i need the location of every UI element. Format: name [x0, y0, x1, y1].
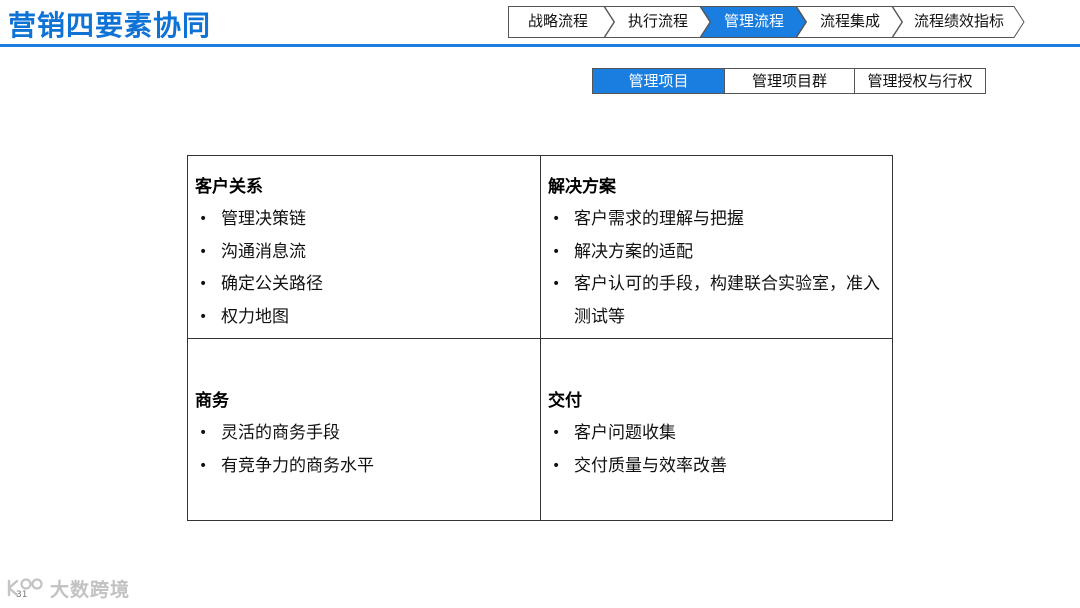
list-item-text: 交付质量与效率改善	[574, 455, 727, 476]
list-item: • 客户认可的手段，构建联合实验室，准入测试等	[548, 268, 884, 333]
process-step-label: 战略流程	[527, 12, 588, 30]
cell-delivery: 交付 • 客户问题收集 • 交付质量与效率改善	[541, 339, 892, 520]
list-item-text: 确定公关路径	[221, 274, 323, 294]
cell-title: 客户关系	[195, 177, 263, 197]
process-step-integration[interactable]: 流程集成	[795, 6, 903, 38]
process-step-label: 流程绩效指标	[913, 12, 1004, 30]
bullet-icon: •	[199, 308, 208, 325]
list-item: • 管理决策链	[195, 203, 532, 236]
list-item: • 权力地图	[195, 301, 532, 334]
bullet-icon: •	[199, 243, 208, 260]
process-step-label: 管理流程	[723, 12, 784, 30]
list-item-text: 有竞争力的商务水平	[221, 455, 374, 476]
page-title: 营销四要素协同	[8, 9, 212, 42]
cell-solution: 解决方案 • 客户需求的理解与把握 • 解决方案的适配 • 客户认可的手段，构建联合实验室…	[541, 156, 892, 339]
list-item: • 客户问题收集	[548, 417, 884, 450]
cell-title: 解决方案	[548, 177, 616, 197]
cell-business: 商务 • 灵活的商务手段 • 有竞争力的商务水平	[188, 339, 541, 520]
list-item-text: 管理决策链	[221, 209, 306, 229]
list-item-text: 解决方案的适配	[574, 241, 693, 262]
process-step-strategy[interactable]: 战略流程	[508, 6, 615, 38]
cell-list: • 客户需求的理解与把握 • 解决方案的适配 • 客户认可的手段，构建联合实验室，准入测试…	[548, 203, 884, 333]
title-divider	[0, 44, 1080, 47]
bullet-icon: •	[199, 425, 208, 441]
bullet-icon: •	[199, 276, 208, 292]
list-item-text: 客户认可的手段，构建联合实验室，准入测试等	[574, 274, 880, 327]
bullet-icon: •	[552, 425, 561, 441]
bullet-icon: •	[552, 276, 561, 292]
list-item-text: 客户需求的理解与把握	[574, 209, 744, 229]
cell-list: • 灵活的商务手段 • 有竞争力的商务水平	[195, 417, 532, 482]
list-item: • 沟通消息流	[195, 236, 532, 269]
cell-title: 商务	[195, 391, 229, 411]
sub-tabs: 管理项目 管理项目群 管理授权与行权	[592, 68, 986, 94]
tab-manage-project[interactable]: 管理项目	[593, 69, 724, 93]
list-item: • 解决方案的适配	[548, 236, 884, 269]
bullet-icon: •	[199, 211, 208, 227]
process-step-execution[interactable]: 执行流程	[603, 6, 711, 38]
tab-authorization[interactable]: 管理授权与行权	[854, 69, 985, 93]
process-step-label: 执行流程	[627, 12, 688, 30]
list-item-text: 灵活的商务手段	[221, 423, 340, 443]
process-step-kpi[interactable]: 流程绩效指标	[891, 6, 1025, 38]
cell-customer-relationship: 客户关系 • 管理决策链 • 沟通消息流 • 确定公关路径 • 权力地图	[188, 156, 541, 339]
list-item-text: 沟通消息流	[221, 241, 306, 262]
bullet-icon: •	[552, 243, 561, 260]
bullet-icon: •	[199, 457, 208, 474]
list-item: • 客户需求的理解与把握	[548, 203, 884, 236]
page-number: 31	[16, 590, 28, 600]
list-item: • 有竞争力的商务水平	[195, 450, 532, 483]
list-item-text: 权力地图	[221, 306, 289, 327]
list-item: • 灵活的商务手段	[195, 417, 532, 450]
list-item-text: 客户问题收集	[574, 423, 676, 443]
process-step-management[interactable]: 管理流程	[699, 6, 807, 38]
list-item: • 交付质量与效率改善	[548, 450, 884, 483]
list-item: • 确定公关路径	[195, 268, 532, 301]
bullet-icon: •	[552, 211, 561, 227]
four-element-matrix: 客户关系 • 管理决策链 • 沟通消息流 • 确定公关路径 • 权力地图 解决方案 • 客户需求…	[187, 155, 893, 521]
cell-title: 交付	[548, 391, 582, 411]
bullet-icon: •	[552, 457, 561, 474]
process-step-label: 流程集成	[819, 12, 880, 30]
tab-manage-program[interactable]: 管理项目群	[724, 69, 854, 93]
watermark-text: 大数跨境	[50, 578, 131, 601]
cell-list: • 管理决策链 • 沟通消息流 • 确定公关路径 • 权力地图	[195, 203, 532, 333]
cell-list: • 客户问题收集 • 交付质量与效率改善	[548, 417, 884, 482]
